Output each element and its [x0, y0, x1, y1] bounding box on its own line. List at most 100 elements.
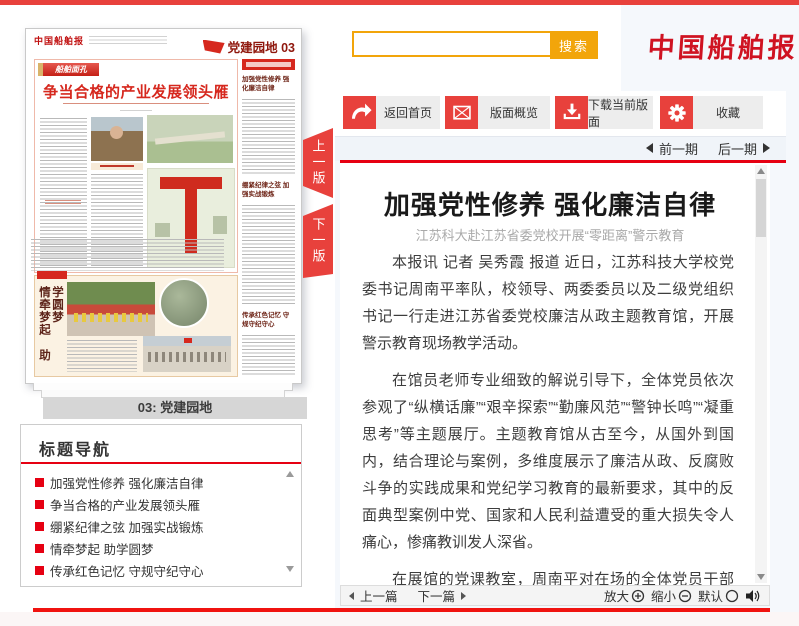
- prev-article-arrow-icon: [349, 592, 354, 600]
- right-header-text: [246, 62, 291, 67]
- article-title: 加强党性修养 强化廉洁自律: [360, 185, 740, 222]
- bottom-feature-box: 情牵梦起 助学圆梦: [34, 275, 238, 377]
- article-body: 本报讯 记者 吴秀霞 报道 近日，江苏科技大学校党委书记周南平率队，校领导、两委…: [362, 249, 734, 585]
- title-nav-item-label: 绷紧纪律之弦 加强实战锻炼: [50, 517, 203, 536]
- lead-headline: 争当合格的产业发展领头雁: [35, 81, 237, 102]
- title-nav-item-label: 加强党性修养 强化廉洁自律: [50, 473, 203, 492]
- aerial-photo: [147, 115, 233, 163]
- portrait-photo: [91, 117, 143, 161]
- scrollbar-down-icon[interactable]: [757, 574, 765, 580]
- side-text-2: [242, 205, 295, 305]
- feature-text: [67, 340, 137, 372]
- title-nav-item[interactable]: 传承红色记忆 守规守纪守心: [35, 559, 277, 581]
- photo-caption: [91, 163, 143, 170]
- bullet-icon: [35, 500, 44, 509]
- bullet-icon: [35, 544, 44, 553]
- bullet-icon: [35, 478, 44, 487]
- aerial-road: [155, 131, 225, 144]
- mid-text-columns: [31, 239, 224, 271]
- lead-byline-lines: [120, 110, 152, 113]
- tab-previous-page[interactable]: 上一版: [303, 128, 333, 198]
- map-block: [213, 216, 227, 234]
- tab-next-page-label: 下一版: [312, 217, 325, 265]
- layout-overview-icon: [445, 96, 478, 129]
- zoom-reset-control[interactable]: 默认: [698, 586, 739, 605]
- prev-issue-arrow-icon: [646, 143, 653, 153]
- layout-overview-button[interactable]: 版面概览: [445, 96, 550, 129]
- zoom-reset-icon: [725, 589, 739, 603]
- bullet-icon: [35, 566, 44, 575]
- download-icon: [555, 96, 588, 129]
- side-headline-3: 传承红色记忆 守规守纪守心: [242, 311, 295, 329]
- article-bottom-bar: 上一篇 下一篇 放大 缩小 默认: [340, 585, 770, 606]
- side-text-1: [242, 99, 295, 175]
- next-article-arrow-icon: [461, 592, 466, 600]
- title-navigation-panel: 标题导航 加强党性修养 强化廉洁自律 争当合格的产业发展领头雁 绷紧纪律之弦 加…: [20, 424, 302, 587]
- site-logo: 中国船舶报: [647, 26, 790, 64]
- next-issue-link[interactable]: 后一期: [718, 139, 757, 158]
- portrait-face: [110, 126, 123, 139]
- download-page-button[interactable]: 下载当前版面: [555, 96, 653, 129]
- prev-issue-link[interactable]: 前一期: [659, 139, 698, 158]
- scroll-down-icon[interactable]: [286, 566, 294, 572]
- title-nav-item[interactable]: 争当合格的产业发展领头雁: [35, 493, 277, 515]
- tab-next-page[interactable]: 下一版: [303, 204, 333, 278]
- side-headline-1: 加强党性修养 强化廉洁自律: [242, 75, 295, 93]
- layout-overview-label: 版面概览: [478, 96, 550, 129]
- article-paragraph: 在展馆的党课教室，周南平对在场的全体党员干部提出四点要求：一是加强党性修养，永葆…: [362, 566, 734, 585]
- read-aloud-button[interactable]: [745, 589, 761, 603]
- back-home-label: 返回首页: [376, 96, 440, 129]
- title-nav-item-label: 争当合格的产业发展领头雁: [50, 495, 200, 514]
- search-input[interactable]: [352, 31, 556, 57]
- title-nav-item[interactable]: 情牵梦起 助学圆梦: [35, 537, 277, 559]
- scrollbar-up-icon[interactable]: [757, 168, 765, 174]
- right-column-header: [242, 59, 295, 70]
- group-people: [74, 313, 148, 322]
- title-nav-item-label: 传承红色记忆 守规守纪守心: [50, 561, 203, 580]
- article-paragraph: 本报讯 记者 吴秀霞 报道 近日，江苏科技大学校党委书记周南平率队，校领导、两委…: [362, 249, 734, 357]
- article-scrollbar[interactable]: [755, 165, 767, 583]
- favorite-button[interactable]: 收藏: [660, 96, 763, 129]
- newspaper-date-text: [89, 36, 167, 45]
- section-banner: 党建园地 03: [203, 37, 295, 56]
- zoom-out-control[interactable]: 缩小: [651, 586, 692, 605]
- speaker-icon: [745, 589, 761, 603]
- title-nav-item[interactable]: 绷紧纪律之弦 加强实战锻炼: [35, 515, 277, 537]
- zoom-in-control[interactable]: 放大: [604, 586, 645, 605]
- search-button[interactable]: 搜索: [550, 31, 598, 59]
- lead-subheadline-lines: [63, 103, 209, 106]
- next-article-link[interactable]: 下一篇: [418, 586, 456, 605]
- badge-label: 船舶面孔: [43, 63, 99, 76]
- back-arrow-icon: [343, 96, 376, 129]
- back-home-button[interactable]: 返回首页: [343, 96, 440, 129]
- newspaper-masthead: 中国船舶报: [34, 34, 167, 47]
- download-page-label: 下载当前版面: [588, 96, 653, 129]
- scroll-up-icon[interactable]: [286, 471, 294, 477]
- title-nav-item[interactable]: 加强党性修养 强化廉洁自律: [35, 471, 277, 493]
- flag-icon: [203, 40, 225, 54]
- zoom-out-label: 缩小: [651, 586, 676, 605]
- epaper-page: 中国船舶报 党建园地 03 船舶面孔 争当合格的产业发展领头雁: [0, 0, 799, 626]
- page-caption: 03: 党建园地: [43, 397, 307, 419]
- prev-article-link[interactable]: 上一篇: [360, 586, 398, 605]
- side-text-3: [242, 335, 295, 377]
- side-headline-2: 绷紧纪律之弦 加强实战锻炼: [242, 181, 295, 199]
- title-nav-header: 标题导航: [39, 436, 111, 460]
- favorite-label: 收藏: [693, 96, 763, 129]
- lead-badge: 船舶面孔: [38, 63, 99, 76]
- scrollbar-thumb[interactable]: [756, 179, 766, 237]
- feature-vertical-headline: 情牵梦起 助学圆梦: [37, 286, 65, 370]
- zoom-reset-label: 默认: [698, 586, 723, 605]
- circle-photo: [159, 278, 209, 328]
- tab-previous-page-label: 上一版: [312, 139, 325, 187]
- gear-icon: [660, 96, 693, 129]
- feature-label: [37, 271, 67, 279]
- zoom-in-label: 放大: [604, 586, 629, 605]
- title-nav-list: 加强党性修养 强化廉洁自律 争当合格的产业发展领头雁 绷紧纪律之弦 加强实战锻炼…: [35, 471, 277, 581]
- bullet-icon: [35, 522, 44, 531]
- group-photo: [67, 282, 155, 336]
- caption-line: [100, 165, 134, 167]
- right-column: 加强党性修养 强化廉洁自律 绷紧纪律之弦 加强实战锻炼 传承红色记忆 守规守纪守…: [242, 59, 295, 377]
- building-flag: [184, 338, 192, 343]
- newspaper-page-thumbnail[interactable]: 中国船舶报 党建园地 03 船舶面孔 争当合格的产业发展领头雁: [25, 28, 302, 384]
